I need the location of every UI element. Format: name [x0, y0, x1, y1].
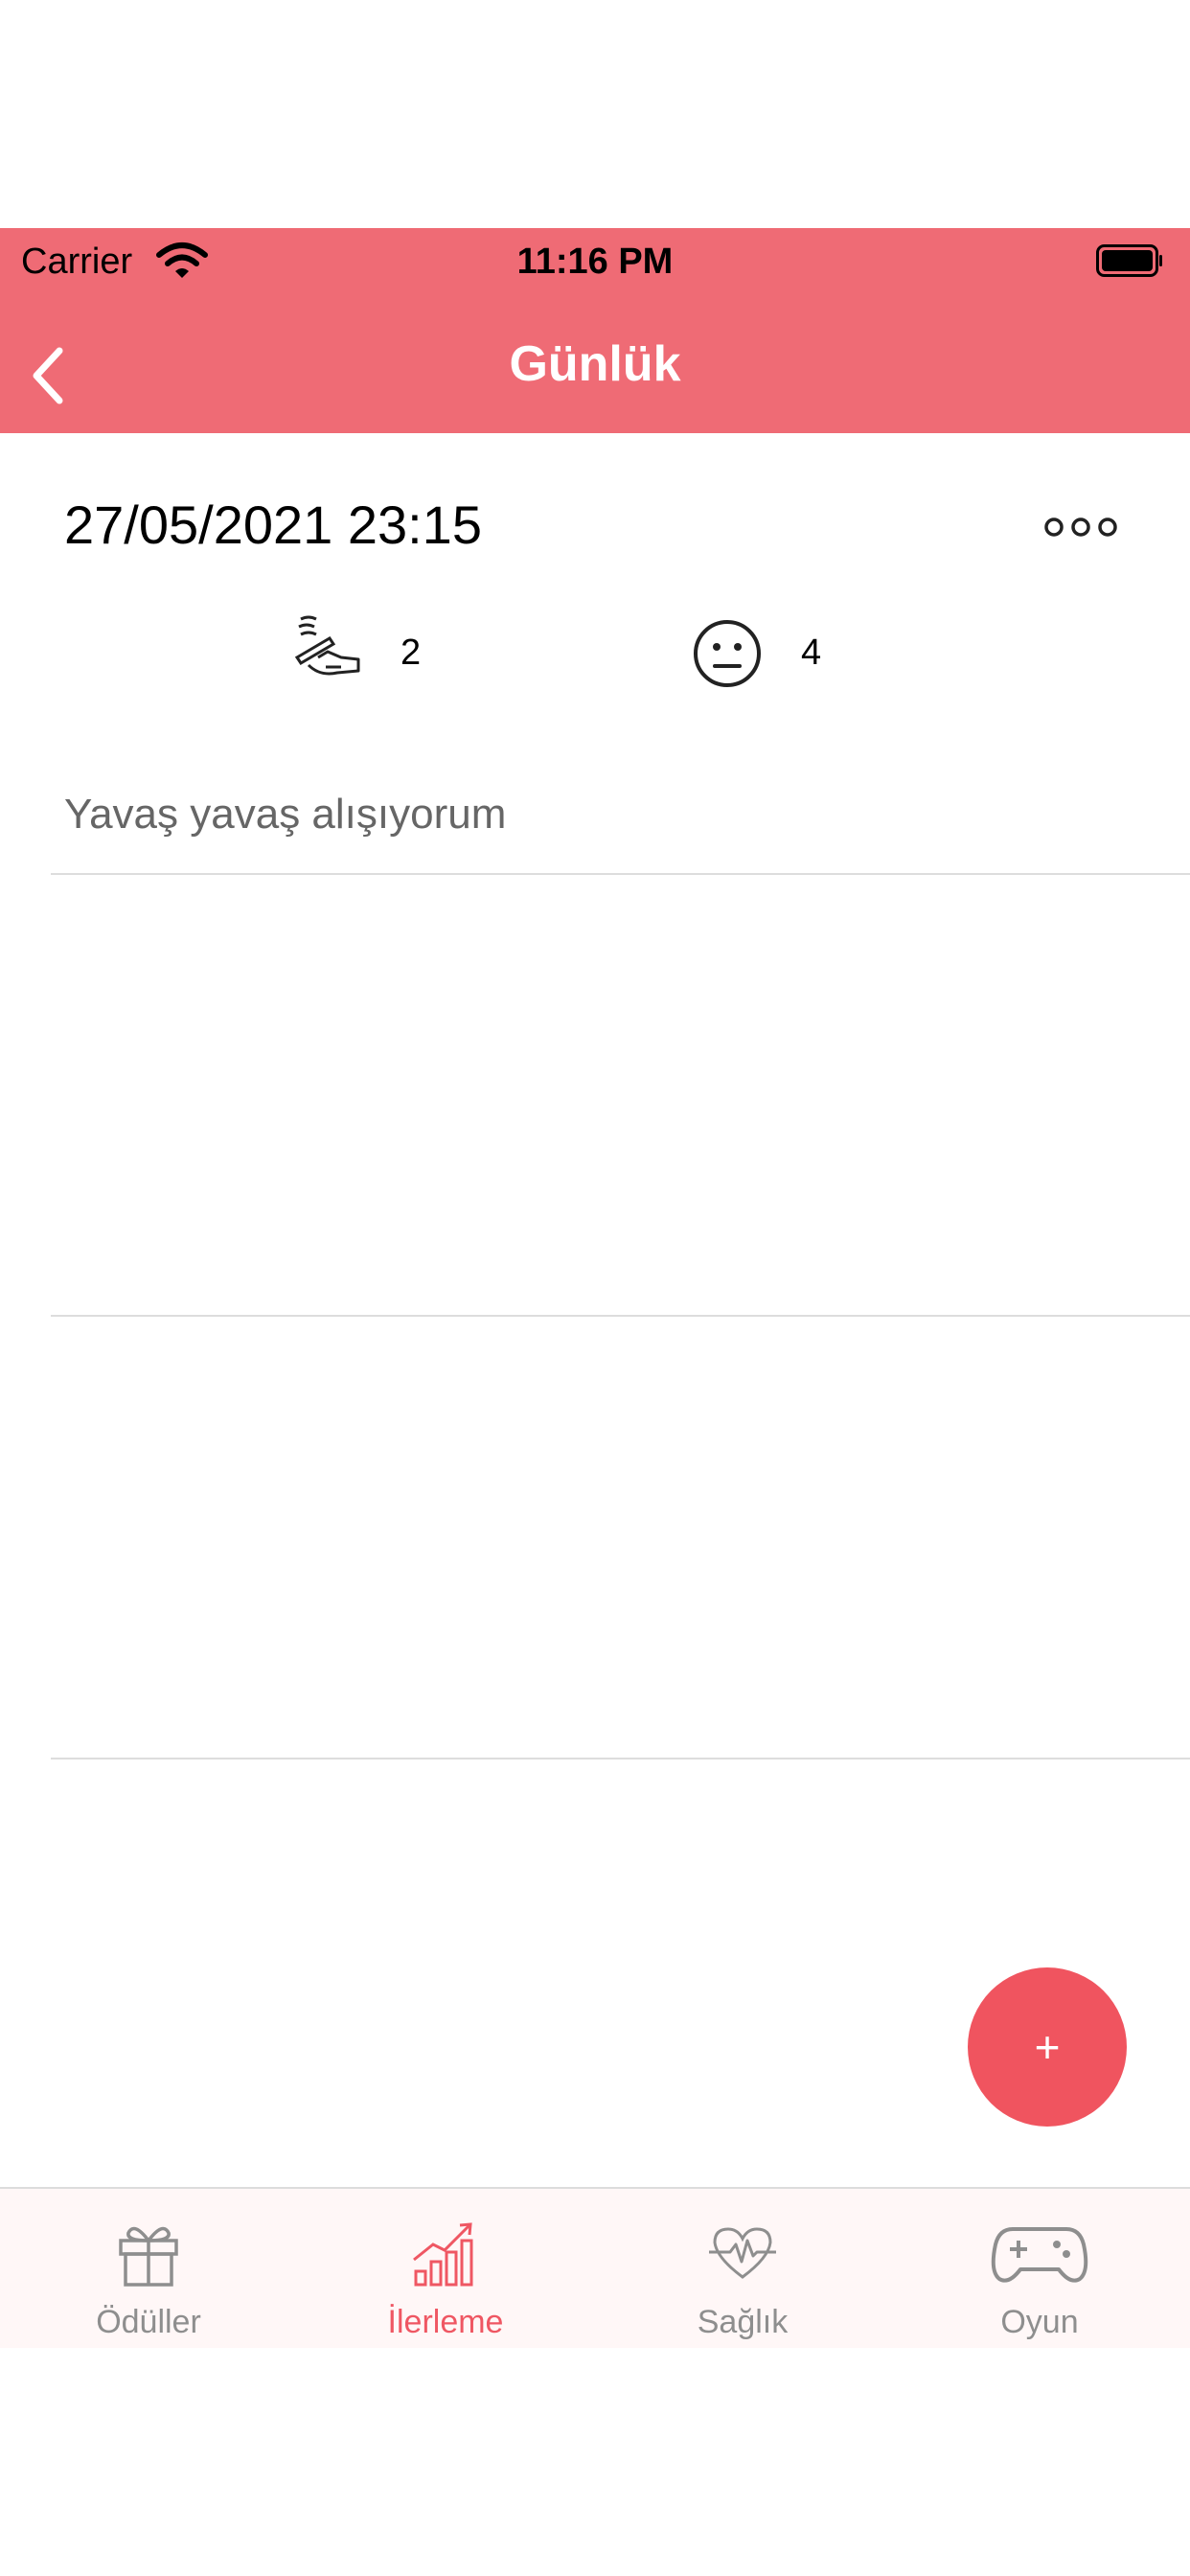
cigarette-count: 2: [400, 632, 422, 673]
add-entry-button[interactable]: +: [968, 1967, 1127, 2127]
note-divider: [51, 1315, 1190, 1317]
page-title: Günlük: [509, 336, 681, 392]
entry-datetime: 27/05/2021 23:15: [64, 494, 482, 555]
tab-bar: Ödüller İlerleme Sağlık Oyun: [0, 2187, 1190, 2348]
tab-oyun[interactable]: Oyun: [891, 2189, 1188, 2348]
gamepad-icon: [991, 2227, 1088, 2283]
heartbeat-icon: [709, 2227, 776, 2279]
smoking-hand-icon: [294, 615, 360, 676]
mood-value: 4: [801, 632, 822, 673]
growth-chart-icon: [413, 2222, 473, 2287]
more-dots-icon: [1044, 518, 1117, 537]
note-divider: [51, 873, 1190, 875]
entry-note[interactable]: Yavaş yavaş alışıyorum: [64, 791, 506, 839]
tab-label: Oyun: [1000, 2304, 1079, 2340]
tab-ilerleme[interactable]: İlerleme: [297, 2189, 594, 2348]
gift-icon: [119, 2226, 178, 2287]
tab-label: Ödüller: [96, 2304, 201, 2340]
neutral-face-icon: [694, 620, 761, 687]
tab-oduller[interactable]: Ödüller: [0, 2189, 297, 2348]
top-blank-area: [0, 0, 1190, 228]
tab-label: Sağlık: [697, 2304, 789, 2340]
battery-icon: [1096, 244, 1162, 277]
status-time: 11:16 PM: [516, 242, 674, 282]
navigation-bar: Günlük: [0, 314, 1190, 433]
status-bar: Carrier 11:16 PM: [0, 228, 1190, 314]
more-options-button[interactable]: [1035, 508, 1156, 546]
tab-label: İlerleme: [387, 2304, 504, 2340]
bottom-blank-area: [0, 2348, 1190, 2576]
tab-saglik[interactable]: Sağlık: [594, 2189, 891, 2348]
note-divider: [51, 1758, 1190, 1760]
